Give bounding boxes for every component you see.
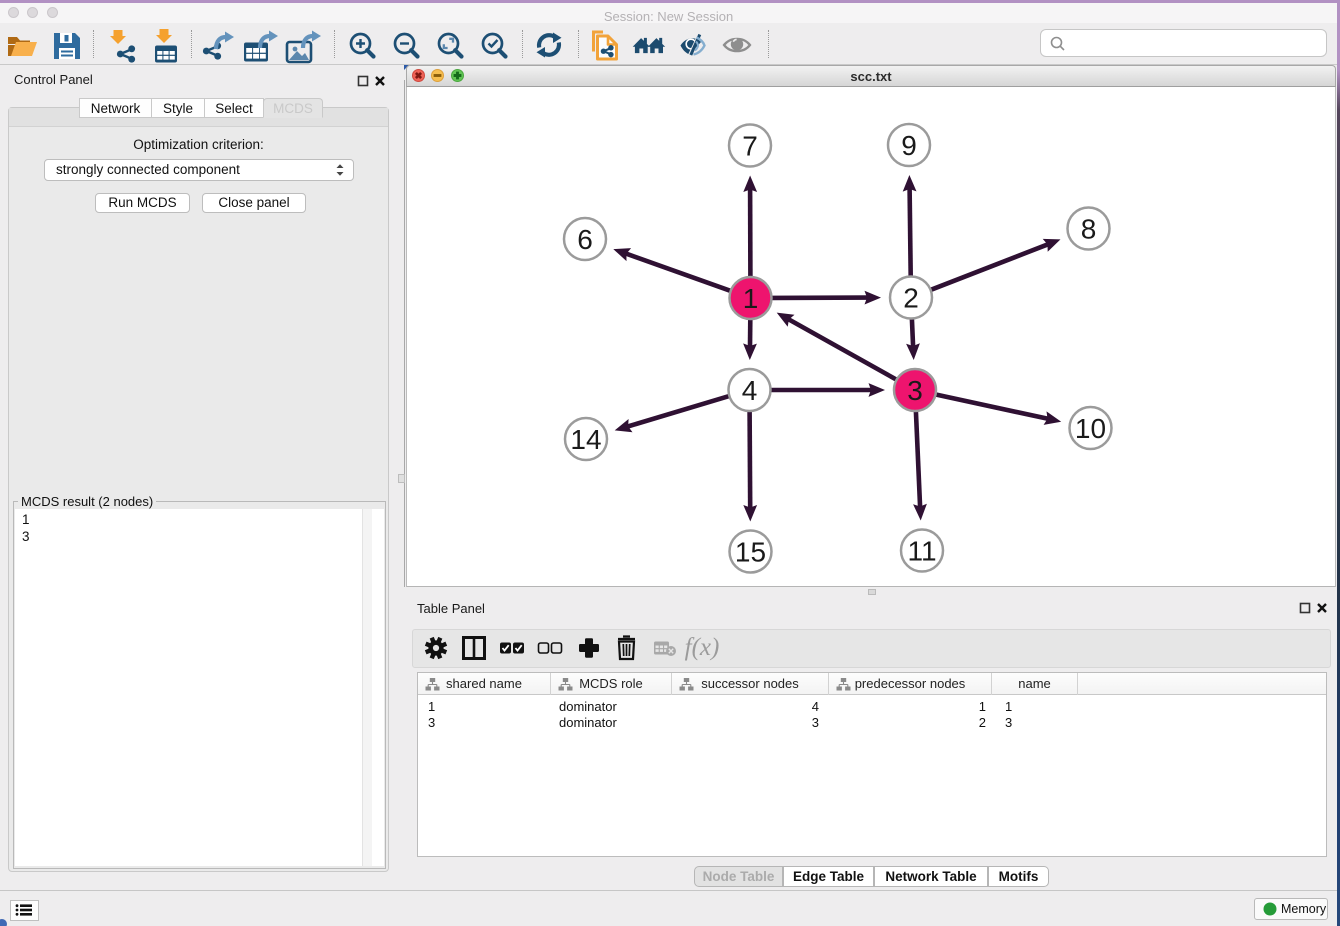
- svg-text:7: 7: [742, 131, 758, 162]
- svg-text:8: 8: [1081, 214, 1097, 245]
- svg-text:15: 15: [735, 537, 766, 568]
- svg-text:10: 10: [1075, 413, 1106, 444]
- svg-text:11: 11: [907, 536, 936, 567]
- svg-text:4: 4: [742, 375, 758, 406]
- svg-text:f(x): f(x): [685, 634, 720, 661]
- svg-text:9: 9: [901, 130, 917, 161]
- svg-text:14: 14: [570, 424, 601, 455]
- svg-text:2: 2: [903, 283, 919, 314]
- svg-text:6: 6: [577, 224, 593, 255]
- svg-text:3: 3: [907, 375, 923, 406]
- svg-text:1: 1: [743, 283, 759, 314]
